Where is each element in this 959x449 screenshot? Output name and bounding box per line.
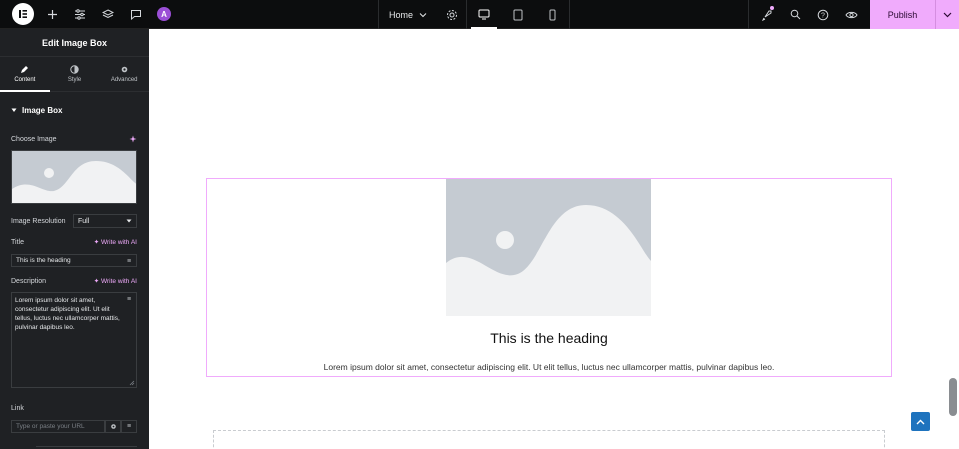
image-resolution-label: Image Resolution bbox=[11, 217, 66, 225]
elementor-logo-icon[interactable] bbox=[12, 3, 34, 25]
placeholder-image-icon bbox=[446, 179, 651, 316]
search-icon[interactable] bbox=[781, 0, 809, 29]
add-element-icon[interactable] bbox=[38, 0, 66, 29]
empty-section-dropzone[interactable] bbox=[213, 430, 885, 449]
mobile-device-icon[interactable] bbox=[535, 0, 569, 29]
chevron-down-icon bbox=[419, 12, 427, 17]
image-box-description[interactable]: Lorem ipsum dolor sit amet, consectetur … bbox=[206, 362, 892, 372]
section-title: Image Box bbox=[22, 106, 63, 115]
choose-image-row: Choose Image bbox=[11, 135, 137, 143]
responsive-mode-switcher bbox=[466, 0, 570, 29]
dynamic-tags-icon[interactable]: ≡ bbox=[124, 257, 134, 266]
help-icon[interactable]: ? bbox=[809, 0, 837, 29]
image-box-heading[interactable]: This is the heading bbox=[206, 330, 892, 346]
link-label-row: Link bbox=[11, 405, 137, 412]
title-input-value: This is the heading bbox=[16, 257, 71, 264]
tab-label: Advanced bbox=[110, 77, 138, 83]
placeholder-image-icon bbox=[12, 151, 136, 203]
page-selector[interactable]: Home bbox=[379, 0, 437, 29]
write-with-ai-label: Write with AI bbox=[100, 278, 137, 285]
description-textarea[interactable]: Lorem ipsum dolor sit amet, consectetur … bbox=[11, 292, 137, 388]
dynamic-tags-icon[interactable]: ≡ bbox=[124, 295, 134, 304]
link-label: Link bbox=[11, 405, 24, 412]
image-resolution-select[interactable]: Full bbox=[73, 214, 137, 228]
pencil-icon bbox=[21, 66, 29, 73]
write-with-ai-link[interactable]: ✦ Write with AI bbox=[94, 238, 137, 246]
caret-down-icon bbox=[11, 108, 17, 112]
contrast-icon bbox=[70, 65, 79, 74]
description-label: Description bbox=[11, 277, 47, 285]
panel-title: Edit Image Box bbox=[0, 29, 149, 57]
panel-tabs: Content Style Advanced bbox=[0, 57, 149, 92]
desktop-device-icon[interactable] bbox=[467, 0, 501, 29]
write-with-ai-label: Write with AI bbox=[100, 239, 137, 246]
choose-image-label: Choose Image bbox=[11, 135, 57, 143]
tab-label: Style bbox=[67, 77, 82, 83]
gear-icon bbox=[121, 66, 127, 73]
site-settings-icon[interactable] bbox=[66, 0, 94, 29]
tab-content[interactable]: Content bbox=[0, 57, 50, 92]
scroll-to-top-chevron-up-icon[interactable] bbox=[911, 412, 930, 431]
link-placeholder: Type or paste your URL bbox=[16, 423, 85, 430]
top-bar: A Home ? Publish bbox=[0, 0, 959, 29]
tab-advanced[interactable]: Advanced bbox=[99, 57, 149, 91]
title-input[interactable]: This is the heading ≡ bbox=[11, 254, 137, 267]
caret-down-icon bbox=[126, 219, 132, 223]
canvas-scrollbar[interactable] bbox=[949, 378, 957, 416]
write-with-ai-link[interactable]: ✦ Write with AI bbox=[94, 277, 137, 285]
image-resolution-value: Full bbox=[78, 217, 90, 225]
title-label: Title bbox=[11, 238, 24, 246]
tab-style[interactable]: Style bbox=[50, 57, 100, 91]
link-dynamic-tags-icon[interactable]: ≡ bbox=[121, 420, 137, 433]
link-input[interactable]: Type or paste your URL bbox=[11, 420, 105, 433]
preview-eye-icon[interactable] bbox=[837, 0, 865, 29]
link-options-gear-icon[interactable] bbox=[105, 420, 121, 433]
image-resolution-row: Image Resolution Full bbox=[11, 214, 137, 228]
page-name: Home bbox=[389, 9, 414, 20]
tablet-device-icon[interactable] bbox=[501, 0, 535, 29]
page-selector-area: Home bbox=[378, 0, 467, 29]
ai-sparkle-icon[interactable] bbox=[129, 135, 137, 143]
section-toggle-image-box[interactable]: Image Box bbox=[0, 106, 149, 115]
publish-options-chevron-icon[interactable] bbox=[935, 0, 959, 29]
top-bar-left: A bbox=[0, 0, 178, 29]
description-textarea-value: Lorem ipsum dolor sit amet, consectetur … bbox=[15, 297, 120, 331]
whats-new-rocket-icon[interactable] bbox=[753, 0, 781, 29]
top-bar-right: ? bbox=[748, 0, 865, 29]
resize-handle-icon[interactable] bbox=[129, 380, 135, 386]
svg-text:?: ? bbox=[821, 12, 825, 19]
tab-label: Content bbox=[14, 77, 36, 83]
editor-panel: Edit Image Box Content Style Advanced Im… bbox=[0, 29, 149, 449]
page-settings-gear-icon[interactable] bbox=[437, 0, 467, 29]
ai-assistant-icon[interactable]: A bbox=[150, 0, 178, 29]
notes-comment-icon[interactable] bbox=[122, 0, 150, 29]
description-label-row: Description ✦ Write with AI bbox=[11, 277, 137, 286]
structure-layers-icon[interactable] bbox=[94, 0, 122, 29]
image-box-image[interactable] bbox=[446, 179, 651, 316]
title-label-row: Title ✦ Write with AI bbox=[11, 238, 137, 247]
image-picker[interactable] bbox=[11, 150, 137, 204]
publish-button[interactable]: Publish bbox=[870, 0, 935, 29]
